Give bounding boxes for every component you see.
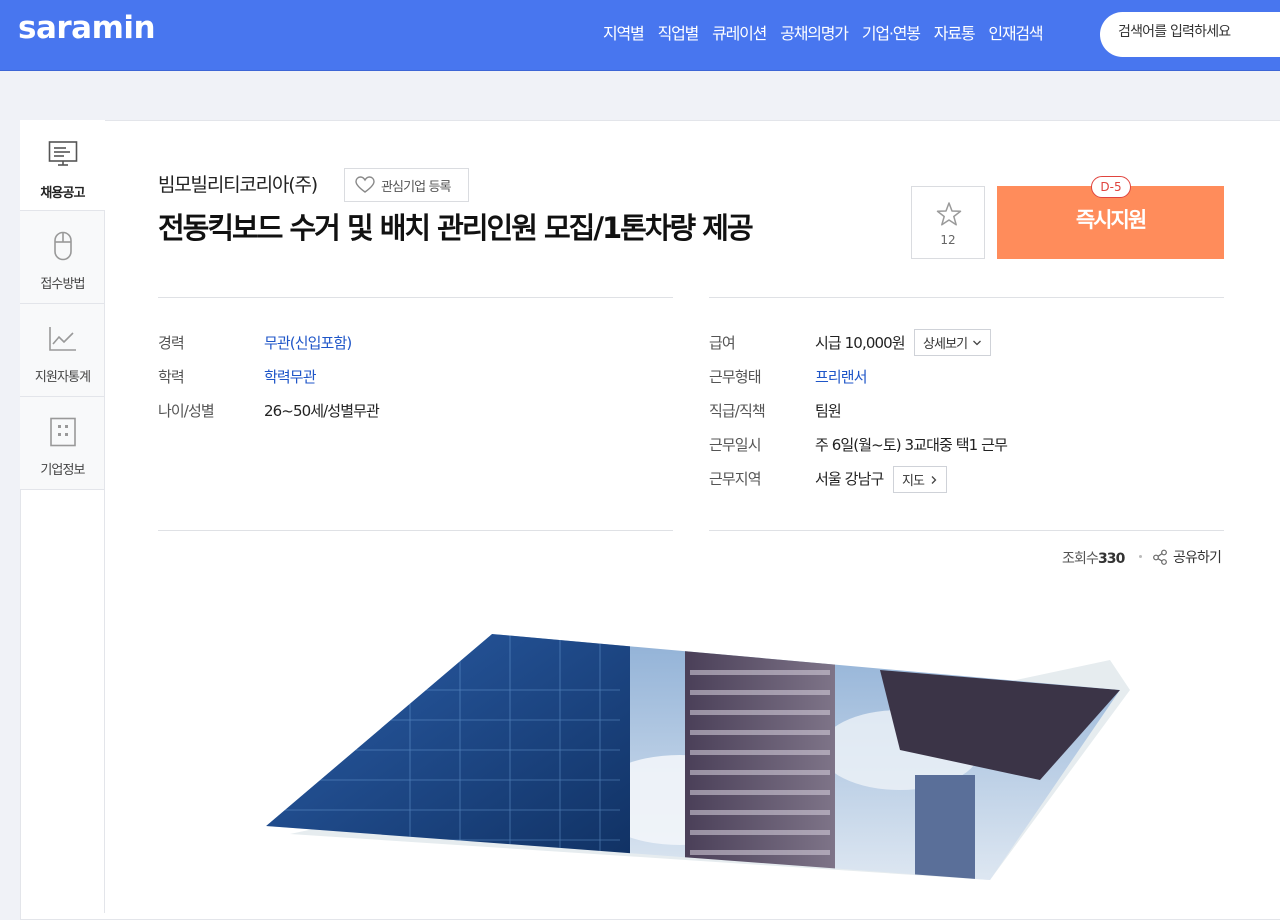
position-value: 팀원 bbox=[815, 402, 842, 420]
monitor-icon bbox=[48, 141, 78, 166]
saramin-logo[interactable]: saramin bbox=[18, 10, 156, 46]
career-label: 경력 bbox=[158, 334, 185, 352]
nav-region[interactable]: 지역별 bbox=[603, 20, 645, 44]
salary-value: 시급 10,000원 bbox=[815, 334, 906, 352]
dday-badge: D-5 bbox=[1091, 176, 1131, 198]
salary-detail-button[interactable]: 상세보기 bbox=[914, 329, 992, 356]
side-divider bbox=[104, 490, 105, 913]
nav-public-recruit[interactable]: 공채의명가 bbox=[780, 20, 849, 44]
employment-type-value[interactable]: 프리랜서 bbox=[815, 366, 868, 387]
nav-company-salary[interactable]: 기업·연봉 bbox=[862, 20, 921, 44]
share-label: 공유하기 bbox=[1173, 550, 1222, 566]
side-item-applicant-stats[interactable]: 지원자통계 bbox=[20, 304, 105, 397]
divider-top-right bbox=[709, 297, 1224, 298]
divider-top-left bbox=[158, 297, 673, 298]
side-item-company-info[interactable]: 기업정보 bbox=[20, 397, 105, 490]
nav-talent-search[interactable]: 인재검색 bbox=[988, 20, 1043, 44]
side-item-label: 기업정보 bbox=[40, 463, 85, 478]
nav-resources[interactable]: 자료통 bbox=[934, 20, 976, 44]
salary-detail-label: 상세보기 bbox=[923, 337, 968, 352]
share-button[interactable]: 공유하기 bbox=[1152, 547, 1222, 567]
view-count-label: 조회수 bbox=[1062, 551, 1099, 567]
education-label: 학력 bbox=[158, 368, 185, 386]
job-title: 전동킥보드 수거 및 배치 관리인원 모집/1톤차량 제공 bbox=[158, 211, 754, 245]
favorite-company-label: 관심기업 등록 bbox=[381, 179, 451, 195]
star-icon bbox=[936, 202, 962, 226]
side-menu: 채용공고 접수방법 지원자통계 기업정보 bbox=[20, 120, 105, 490]
work-location-label: 근무지역 bbox=[709, 470, 762, 488]
main-nav: 지역별 직업별 큐레이션 공채의명가 기업·연봉 자료통 인재검색 bbox=[596, 20, 1049, 44]
side-item-apply-method[interactable]: 접수방법 bbox=[20, 211, 105, 304]
work-location-value: 서울 강남구 bbox=[815, 470, 884, 488]
company-name[interactable]: 빔모빌리티코리아(주) bbox=[158, 170, 318, 197]
map-button-label: 지도 bbox=[902, 474, 925, 489]
career-value[interactable]: 무관(신입포함) bbox=[264, 332, 352, 353]
view-count-value: 330 bbox=[1097, 551, 1125, 567]
age-gender-value: 26~50세/성별무관 bbox=[264, 402, 380, 420]
side-item-label: 지원자통계 bbox=[34, 370, 91, 385]
search-input[interactable] bbox=[1118, 24, 1278, 40]
education-value[interactable]: 학력무관 bbox=[264, 366, 317, 387]
nav-job[interactable]: 직업별 bbox=[658, 20, 700, 44]
employment-type-label: 근무형태 bbox=[709, 368, 762, 386]
chart-icon bbox=[49, 327, 76, 351]
top-header: saramin 지역별 직업별 큐레이션 공채의명가 기업·연봉 자료통 인재검… bbox=[0, 0, 1280, 71]
view-count: 조회수330 bbox=[1062, 548, 1125, 568]
apply-now-label: 즉시지원 bbox=[1075, 209, 1147, 232]
side-item-label: 채용공고 bbox=[40, 186, 85, 201]
scrap-button[interactable]: 12 bbox=[911, 186, 985, 259]
separator-dot bbox=[1139, 555, 1142, 558]
work-schedule-value: 주 6일(월~토) 3교대중 택1 근무 bbox=[815, 436, 1008, 454]
divider-bottom-left bbox=[158, 530, 673, 531]
search-box bbox=[1100, 12, 1280, 57]
mouse-icon bbox=[54, 231, 72, 261]
side-item-job-post[interactable]: 채용공고 bbox=[20, 120, 105, 211]
scrap-count: 12 bbox=[940, 233, 956, 247]
chevron-down-icon bbox=[973, 340, 982, 345]
favorite-company-button[interactable]: 관심기업 등록 bbox=[344, 168, 469, 202]
side-item-label: 접수방법 bbox=[40, 277, 85, 292]
divider-bottom-right bbox=[709, 530, 1224, 531]
age-gender-label: 나이/성별 bbox=[158, 402, 215, 420]
position-label: 직급/직책 bbox=[709, 402, 766, 420]
share-icon bbox=[1153, 549, 1167, 565]
company-banner-image bbox=[266, 634, 1130, 880]
work-schedule-label: 근무일시 bbox=[709, 436, 762, 454]
building-icon bbox=[50, 417, 76, 447]
heart-icon bbox=[355, 176, 375, 193]
map-button[interactable]: 지도 bbox=[893, 466, 948, 493]
chevron-right-icon bbox=[931, 475, 937, 484]
salary-label: 급여 bbox=[709, 334, 736, 352]
nav-curation[interactable]: 큐레이션 bbox=[712, 20, 767, 44]
